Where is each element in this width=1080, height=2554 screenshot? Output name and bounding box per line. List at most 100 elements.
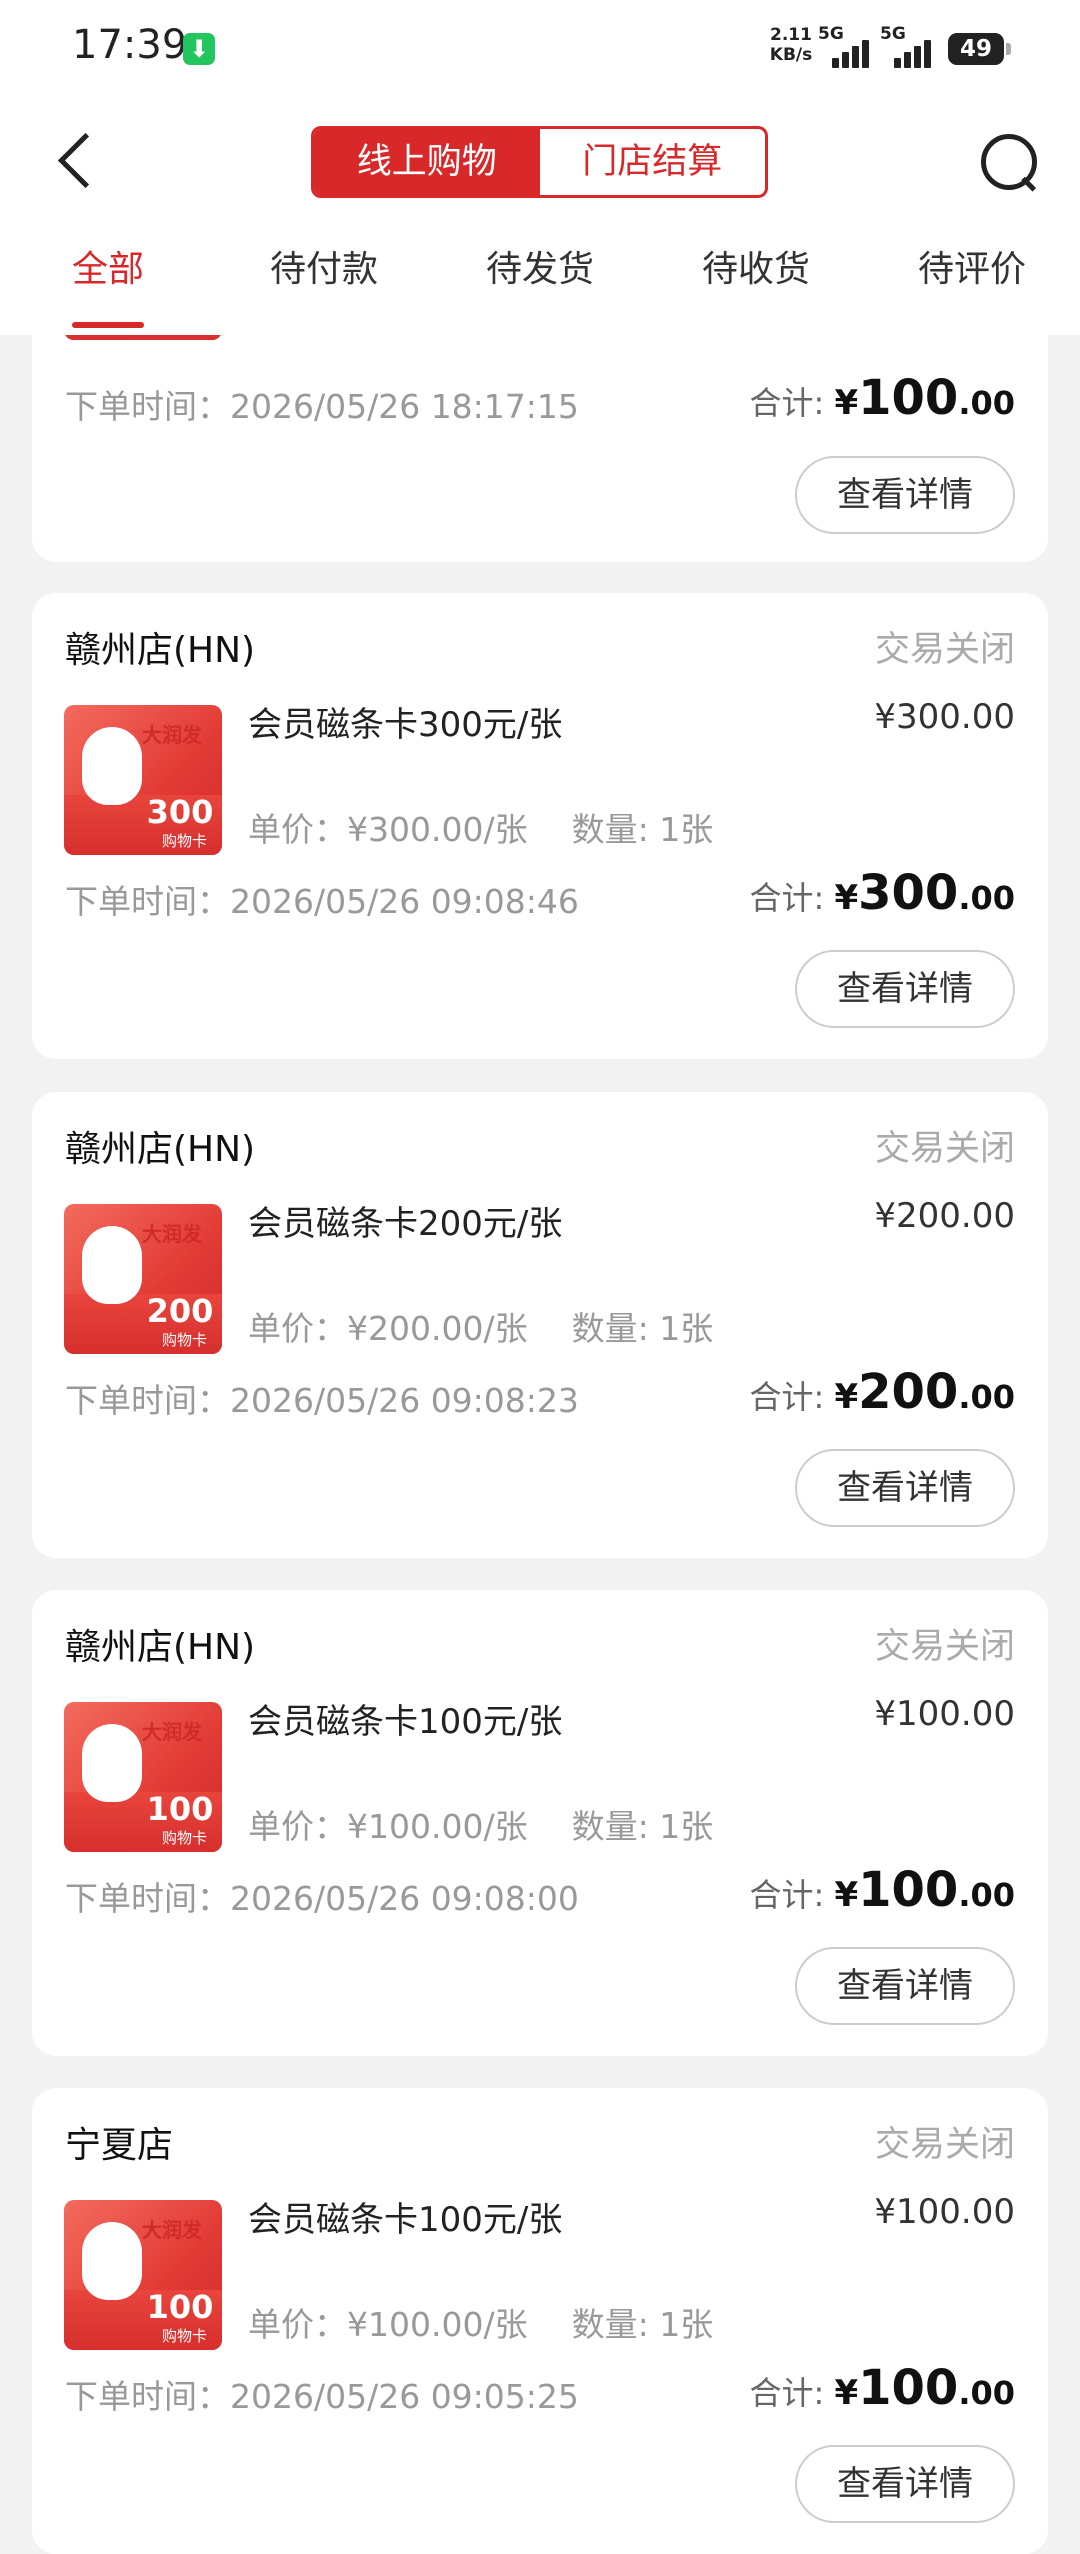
thumb-subtitle: 购物卡: [162, 1331, 208, 1349]
thumb-amount: 100: [146, 1790, 214, 1828]
order-card[interactable]: 宁夏店 交易关闭 大润发 100 购物卡 会员磁条卡100元/张 ¥100.00…: [32, 2088, 1048, 2554]
product-thumbnail: 大润发 200 购物卡: [64, 1204, 222, 1354]
unit-price: 单价：¥100.00/张: [248, 2305, 528, 2344]
total-label: 合计:: [749, 1876, 825, 1914]
tab-store-checkout[interactable]: 门店结算: [540, 129, 766, 195]
search-icon[interactable]: [977, 130, 1041, 194]
thumb-logo: 大润发: [142, 723, 202, 747]
tab-pending-receipt[interactable]: 待收货: [702, 240, 810, 292]
total-currency: ¥: [834, 878, 859, 918]
total-int: 100: [858, 2360, 959, 2416]
unit-price: 单价：¥300.00/张: [248, 810, 528, 849]
total-int: 100: [858, 370, 959, 426]
view-details-button[interactable]: 查看详情: [795, 2445, 1015, 2523]
clock: 17:39: [72, 22, 188, 68]
active-tab-indicator: [72, 322, 144, 328]
order-total: 合计: ¥100.00: [749, 370, 1015, 426]
total-label: 合计:: [749, 1378, 825, 1416]
total-currency: ¥: [834, 1377, 859, 1417]
order-time: 下单时间：2026/05/26 09:05:25: [65, 2377, 579, 2416]
product-name[interactable]: 会员磁条卡200元/张: [248, 1196, 562, 1245]
total-label: 合计:: [749, 384, 825, 422]
thumb-subtitle: 购物卡: [162, 832, 208, 850]
store-name: 赣州店(HN): [65, 1627, 256, 1668]
thumb-amount: 300: [146, 793, 214, 831]
thumb-logo: 大润发: [142, 2218, 202, 2242]
view-details-button[interactable]: 查看详情: [795, 950, 1015, 1028]
total-label: 合计:: [749, 2374, 825, 2412]
product-meta: 单价：¥100.00/张 数量: 1张: [248, 2298, 713, 2346]
product-name[interactable]: 会员磁条卡100元/张: [248, 1694, 562, 1743]
back-icon[interactable]: [50, 130, 110, 190]
signal-icon: 5G: [880, 24, 940, 68]
product-price: ¥100.00: [874, 2192, 1015, 2232]
product-price: ¥100.00: [874, 1694, 1015, 1734]
quantity: 数量: 1张: [571, 2305, 714, 2344]
thumb-logo: 大润发: [142, 1222, 202, 1246]
total-currency: ¥: [834, 2373, 859, 2413]
status-bar: 17:39 ⬇ 2.11 KB/s 5G 5G 49: [0, 0, 1080, 100]
thumb-amount: 100: [146, 2288, 214, 2326]
total-decimal: .00: [958, 1876, 1015, 1914]
view-details-button[interactable]: 查看详情: [795, 1947, 1015, 2025]
view-details-button[interactable]: 查看详情: [795, 456, 1015, 534]
order-status: 交易关闭: [874, 630, 1015, 670]
tab-pending-shipment[interactable]: 待发货: [486, 240, 594, 292]
battery-icon: 49: [948, 33, 1011, 65]
total-decimal: .00: [958, 384, 1015, 422]
order-time: 下单时间：2026/05/26 18:17:15: [65, 387, 579, 426]
product-meta: 单价：¥300.00/张 数量: 1张: [248, 803, 713, 851]
thumb-logo: 大润发: [142, 1720, 202, 1744]
tab-online-shopping[interactable]: 线上购物: [314, 129, 540, 195]
mascot-icon: [82, 1226, 142, 1304]
thumb-subtitle: 购物卡: [162, 2327, 208, 2345]
total-currency: ¥: [834, 1875, 859, 1915]
order-status: 交易关闭: [874, 2125, 1015, 2165]
order-status: 交易关闭: [874, 1129, 1015, 1169]
product-name[interactable]: 会员磁条卡100元/张: [248, 2192, 562, 2241]
order-status-tabs: 全部 待付款 待发货 待收货 待评价: [0, 240, 1080, 335]
order-time: 下单时间：2026/05/26 09:08:46: [65, 882, 579, 921]
mascot-icon: [82, 2222, 142, 2300]
network-speed: 2.11 KB/s: [768, 25, 814, 65]
product-name[interactable]: 会员磁条卡300元/张: [248, 697, 562, 746]
net-speed-value: 2.11: [770, 25, 812, 45]
signal-label: 5G: [818, 24, 844, 44]
order-status: 交易关闭: [874, 1627, 1015, 1667]
unit-price: 单价：¥100.00/张: [248, 1807, 528, 1846]
order-card[interactable]: 赣州店(HN) 交易关闭 大润发 300 购物卡 会员磁条卡300元/张 ¥30…: [32, 593, 1048, 1059]
segmented-control: 线上购物 门店结算: [311, 126, 768, 198]
tab-pending-review[interactable]: 待评价: [918, 240, 1026, 292]
store-name: 赣州店(HN): [65, 1129, 256, 1170]
product-meta: 单价：¥100.00/张 数量: 1张: [248, 1800, 713, 1848]
unit-price: 单价：¥200.00/张: [248, 1309, 528, 1348]
product-price: ¥300.00: [874, 697, 1015, 737]
product-price: ¥200.00: [874, 1196, 1015, 1236]
quantity: 数量: 1张: [571, 1807, 714, 1846]
total-int: 300: [858, 865, 959, 921]
total-label: 合计:: [749, 879, 825, 917]
product-meta: 单价：¥200.00/张 数量: 1张: [248, 1302, 713, 1350]
nav-bar: 线上购物 门店结算: [0, 100, 1080, 225]
order-total: 合计: ¥300.00: [749, 865, 1015, 921]
order-total: 合计: ¥100.00: [749, 2360, 1015, 2416]
net-speed-unit: KB/s: [769, 45, 813, 65]
tab-pending-payment[interactable]: 待付款: [270, 240, 378, 292]
order-card[interactable]: 赣州店(HN) 交易关闭 大润发 200 购物卡 会员磁条卡200元/张 ¥20…: [32, 1092, 1048, 1558]
order-total: 合计: ¥200.00: [749, 1364, 1015, 1420]
total-decimal: .00: [958, 2374, 1015, 2412]
tab-all[interactable]: 全部: [72, 240, 144, 292]
order-card[interactable]: 赣州店(HN) 交易关闭 大润发 100 购物卡 会员磁条卡100元/张 ¥10…: [32, 1590, 1048, 2056]
view-details-button[interactable]: 查看详情: [795, 1449, 1015, 1527]
order-time: 下单时间：2026/05/26 09:08:00: [65, 1879, 579, 1918]
signal-icon: 5G: [818, 24, 878, 68]
product-thumbnail: 大润发 300 购物卡: [64, 705, 222, 855]
total-currency: ¥: [834, 383, 859, 423]
order-card-partial: 下单时间：2026/05/26 18:17:15 合计: ¥100.00 查看详…: [32, 300, 1048, 562]
mascot-icon: [82, 1724, 142, 1802]
download-icon: ⬇: [183, 33, 215, 65]
store-name: 宁夏店: [65, 2125, 174, 2166]
mascot-icon: [82, 727, 142, 805]
product-thumbnail: 大润发 100 购物卡: [64, 1702, 222, 1852]
order-total: 合计: ¥100.00: [749, 1862, 1015, 1918]
